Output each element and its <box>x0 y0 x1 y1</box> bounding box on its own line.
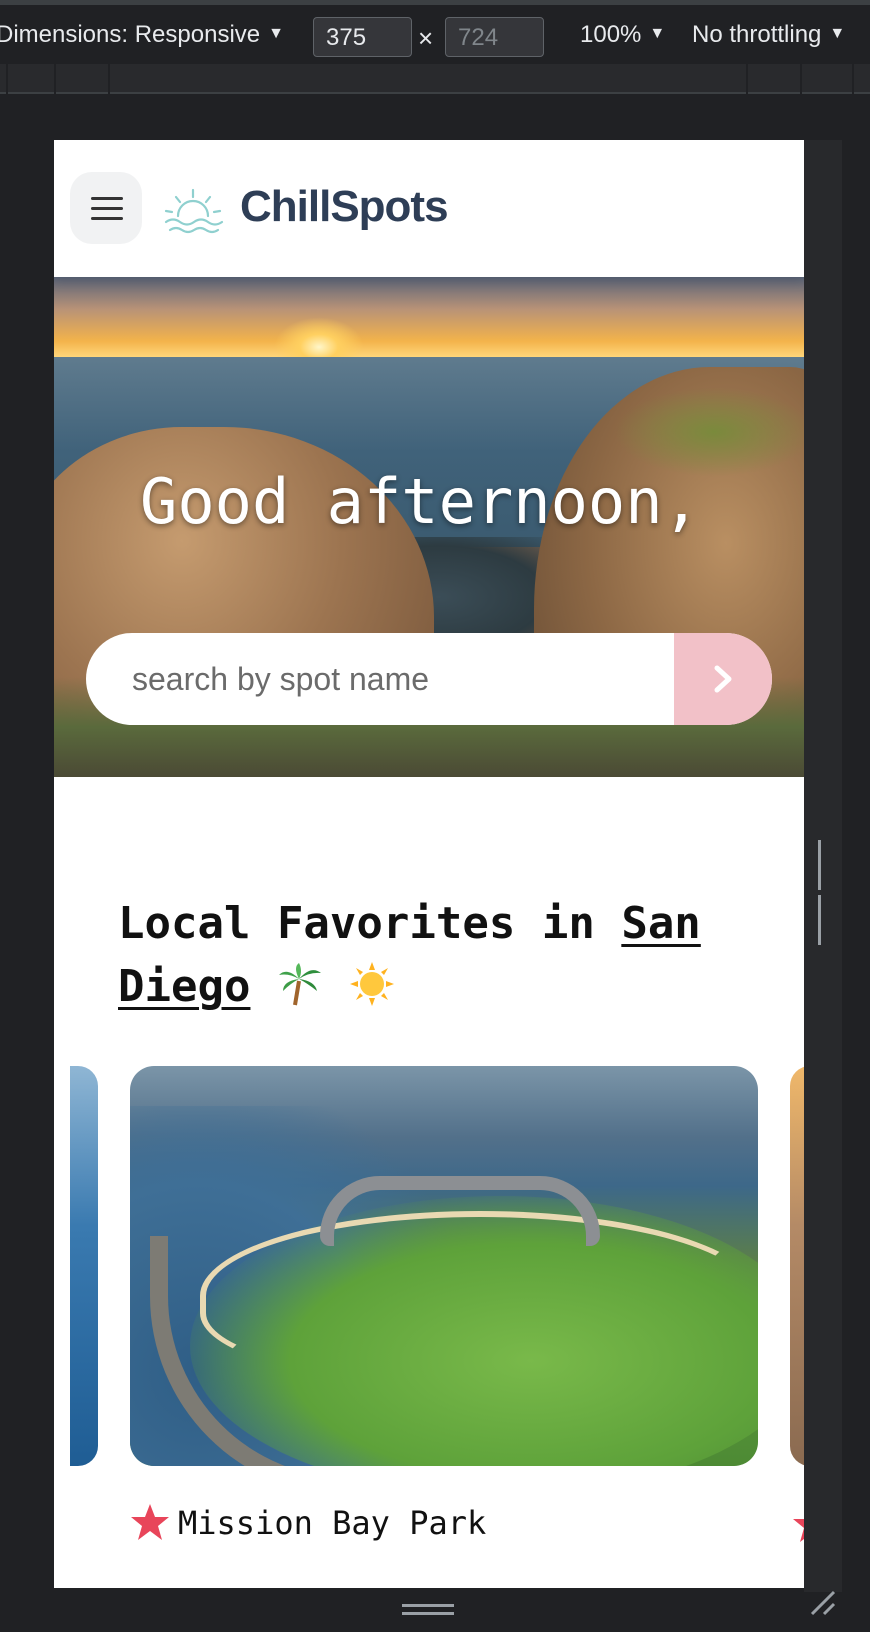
spot-card-previous[interactable] <box>70 1066 98 1466</box>
ruler-divider <box>54 64 56 94</box>
ruler-divider <box>108 64 110 94</box>
chevron-right-icon <box>714 665 732 693</box>
spot-card-name: Mission Bay Park <box>178 1504 487 1542</box>
search-submit-button[interactable] <box>674 633 772 725</box>
ruler-divider <box>800 64 802 94</box>
ruler-divider <box>852 64 854 94</box>
caret-down-icon: ▼ <box>268 25 284 42</box>
ruler-divider <box>746 64 748 94</box>
card-image-hotel <box>320 1176 600 1246</box>
devtools-toolbar: Dimensions: Responsive ▼ 375 × 724 100% ▼ … <box>0 0 870 64</box>
favorites-heading: Local Favorites in San Diego <box>118 892 778 1018</box>
spot-card-next[interactable] <box>790 1066 804 1466</box>
spot-card-title[interactable]: Mission Bay Park <box>130 1502 486 1542</box>
throttling-dropdown[interactable]: No throttling ▼ <box>692 21 845 49</box>
greeting-heading: Good afternoon, <box>140 465 700 538</box>
hero-sky <box>54 277 804 357</box>
hero-vegetation <box>614 387 804 477</box>
star-icon <box>131 1504 169 1540</box>
times-symbol: × <box>418 23 434 53</box>
dimensions-dropdown[interactable]: Dimensions: Responsive ▼ <box>0 21 284 49</box>
search-input[interactable] <box>86 633 676 725</box>
sun-emoji <box>350 962 395 1006</box>
star-icon <box>793 1519 804 1542</box>
search-bar <box>86 633 772 725</box>
favorites-heading-prefix: Local Favorites in <box>118 898 622 949</box>
caret-down-icon: ▼ <box>649 25 666 42</box>
app-header: ChillSpots <box>54 140 804 277</box>
menu-button[interactable] <box>70 172 142 244</box>
device-viewport: ChillSpots Good afternoon, Local Favorit… <box>54 140 804 1588</box>
zoom-label: 100% <box>580 21 642 48</box>
ruler-divider <box>6 64 8 94</box>
sun-waves-logo-icon <box>164 188 224 234</box>
hero-banner: Good afternoon, <box>54 277 804 777</box>
corner-resize-icon[interactable] <box>808 1588 838 1618</box>
dimensions-label: Dimensions: Responsive <box>0 21 261 48</box>
right-resize-handle[interactable] <box>818 840 828 945</box>
throttling-label: No throttling <box>692 21 822 48</box>
bottom-resize-handle[interactable] <box>402 1604 454 1620</box>
height-input[interactable]: 724 <box>445 17 544 57</box>
width-input[interactable]: 375 <box>313 17 412 57</box>
palm-tree-emoji <box>278 963 321 1006</box>
zoom-dropdown[interactable]: 100% ▼ <box>580 21 665 49</box>
brand-logo-text[interactable]: ChillSpots <box>240 182 449 232</box>
media-query-ruler[interactable] <box>0 64 870 94</box>
spot-card-image[interactable] <box>130 1066 758 1466</box>
caret-down-icon: ▼ <box>829 25 846 42</box>
